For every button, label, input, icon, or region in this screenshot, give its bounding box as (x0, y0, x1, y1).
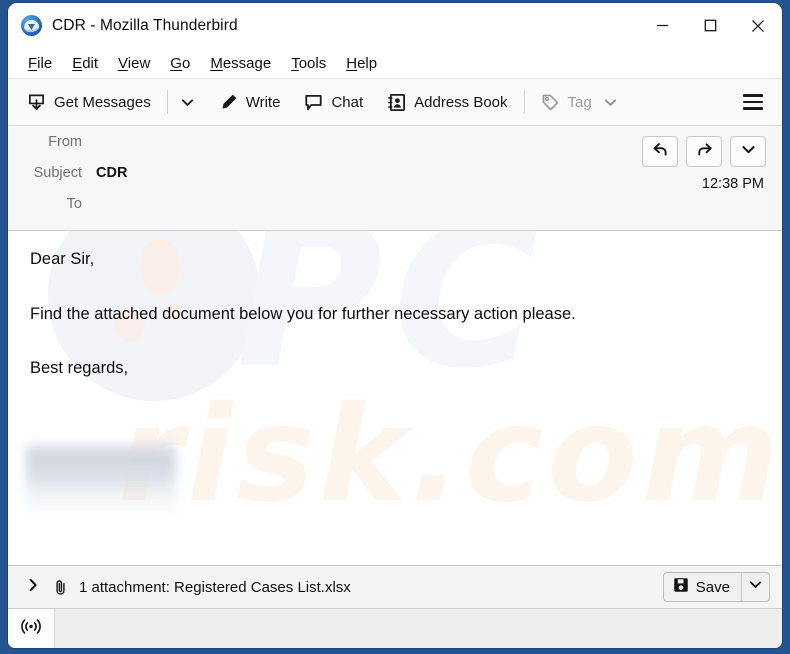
reply-button[interactable] (642, 136, 678, 167)
to-label: To (66, 196, 82, 212)
menu-tools-rest: ools (298, 54, 327, 72)
minimize-button[interactable] (638, 3, 686, 48)
menu-view-rest: iew (127, 54, 151, 72)
tag-label: Tag (567, 93, 592, 111)
hamburger-menu-icon-bar-1 (743, 94, 763, 97)
connection-status-button[interactable] (8, 609, 55, 648)
chat-button[interactable]: Chat (295, 87, 372, 118)
message-body: PC risk.com Dear Sir, Find the attached … (8, 231, 782, 565)
chevron-down-icon (749, 578, 762, 596)
body-line-greeting: Dear Sir, (30, 250, 95, 268)
toolbar-separator-2 (523, 90, 525, 114)
thunderbird-window: CDR - Mozilla Thunderbird File Edit View… (8, 3, 782, 648)
forward-button[interactable] (686, 136, 722, 167)
hamburger-menu-icon-bar-2 (743, 100, 763, 104)
inbox-download-icon (27, 93, 46, 112)
menu-help-rest: elp (357, 54, 378, 72)
broadcast-signal-icon (20, 618, 42, 640)
chat-label: Chat (331, 93, 364, 111)
maximize-button[interactable] (686, 3, 734, 48)
window-title: CDR - Mozilla Thunderbird (52, 16, 238, 34)
redacted-signature-image (26, 441, 176, 516)
paperclip-icon (52, 579, 69, 596)
desktop-background: CDR - Mozilla Thunderbird File Edit View… (0, 0, 790, 654)
more-actions-button[interactable] (730, 136, 766, 167)
menu-edit[interactable]: Edit (62, 52, 108, 75)
save-attachment-group: Save (662, 572, 770, 602)
menu-file-rest: ile (37, 54, 53, 72)
menu-message-rest: essage (222, 54, 272, 72)
write-label: Write (245, 93, 281, 111)
status-bar (8, 608, 782, 648)
message-time: 12:38 PM (701, 176, 764, 192)
subject-label: Subject (33, 165, 82, 181)
main-toolbar: Get Messages Write Chat Address Book Tag (8, 79, 782, 126)
menu-go-rest: o (181, 54, 191, 72)
from-label: From (48, 134, 82, 150)
window-controls (638, 3, 782, 48)
menu-bar: File Edit View Go Message Tools Help (8, 48, 782, 79)
write-button[interactable]: Write (211, 87, 290, 117)
toolbar-separator-1 (166, 90, 168, 114)
menu-edit-rest: dit (82, 54, 99, 72)
chevron-down-icon (741, 142, 756, 162)
attachment-expand-toggle[interactable] (22, 578, 44, 597)
get-messages-dropdown[interactable] (175, 87, 201, 117)
chevron-right-icon (26, 578, 40, 597)
thunderbird-icon (21, 15, 42, 36)
menu-help[interactable]: Help (336, 52, 387, 75)
address-book-icon (387, 93, 406, 112)
save-dropdown-button[interactable] (741, 573, 769, 601)
save-label: Save (695, 578, 730, 596)
speech-bubble-icon (304, 93, 323, 112)
body-line-main: Find the attached document below you for… (30, 304, 576, 323)
title-bar: CDR - Mozilla Thunderbird (8, 3, 782, 48)
header-row-subject: Subject CDR (8, 165, 782, 196)
message-actions (642, 136, 766, 167)
tag-button[interactable]: Tag (532, 87, 626, 118)
menu-go[interactable]: Go (160, 52, 200, 75)
get-messages-button[interactable]: Get Messages (18, 87, 160, 118)
save-button[interactable]: Save (664, 573, 741, 601)
status-text-area (55, 609, 782, 648)
subject-value: CDR (96, 165, 128, 181)
app-menu-button[interactable] (736, 86, 770, 118)
menu-tools[interactable]: Tools (281, 52, 336, 75)
address-book-button[interactable]: Address Book (378, 87, 516, 118)
floppy-disk-icon (673, 577, 689, 597)
header-row-to: To (8, 196, 782, 227)
get-messages-label: Get Messages (54, 93, 151, 111)
watermark-text-secondary: risk.com (118, 378, 782, 532)
pencil-icon (220, 93, 238, 111)
hamburger-menu-icon-bar-3 (743, 107, 763, 110)
attachment-summary-text: 1 attachment: Registered Cases List.xlsx (79, 578, 351, 596)
reply-arrow-icon (652, 141, 669, 163)
menu-message[interactable]: Message (200, 52, 281, 75)
address-book-label: Address Book (414, 93, 508, 111)
body-line-closing: Best regards, (30, 359, 129, 377)
menu-view[interactable]: View (108, 52, 160, 75)
attachment-bar: 1 attachment: Registered Cases List.xlsx… (8, 565, 782, 608)
menu-file[interactable]: File (18, 52, 62, 75)
forward-arrow-icon (696, 141, 713, 163)
tag-icon (541, 93, 560, 112)
tag-chevron-down-icon (604, 96, 617, 109)
close-button[interactable] (734, 3, 782, 48)
message-header: From Subject CDR To 12:38 PM (8, 126, 782, 231)
